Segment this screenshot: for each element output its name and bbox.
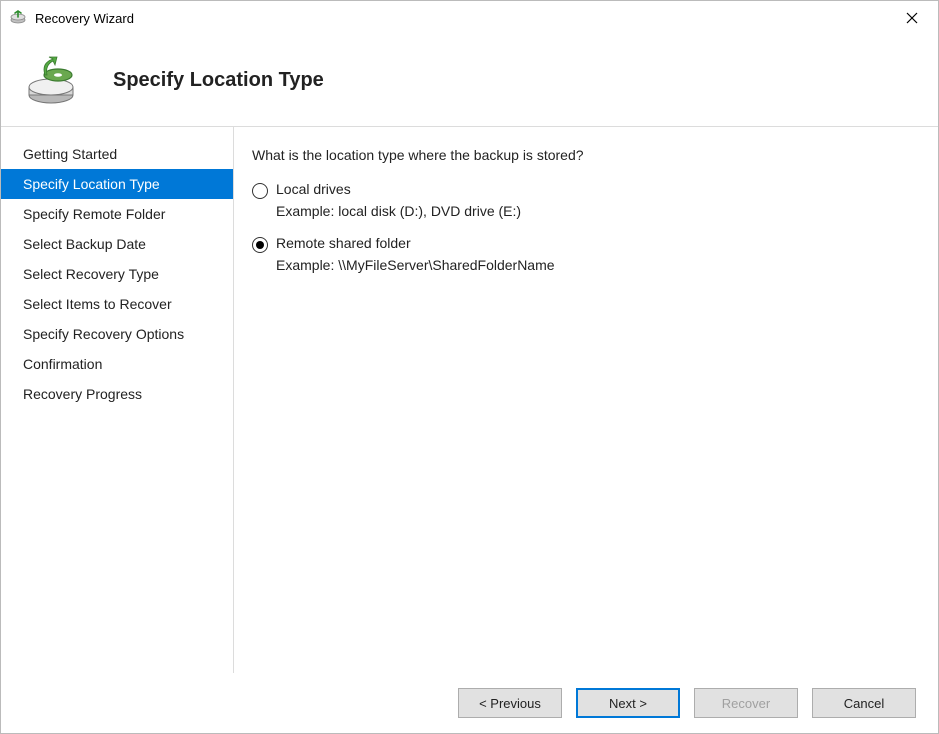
window-title: Recovery Wizard bbox=[35, 11, 892, 26]
radio-remote-shared-folder[interactable] bbox=[252, 237, 268, 253]
app-icon bbox=[9, 9, 27, 27]
sidebar-item-specify-location-type[interactable]: Specify Location Type bbox=[1, 169, 233, 199]
sidebar-item-specify-recovery-options[interactable]: Specify Recovery Options bbox=[1, 319, 233, 349]
close-button[interactable] bbox=[892, 3, 932, 33]
radio-label-remote-shared-folder[interactable]: Remote shared folder bbox=[276, 235, 411, 251]
previous-button[interactable]: < Previous bbox=[458, 688, 562, 718]
wizard-body: Getting Started Specify Location Type Sp… bbox=[1, 127, 938, 673]
wizard-content: What is the location type where the back… bbox=[234, 127, 938, 673]
recover-button: Recover bbox=[694, 688, 798, 718]
sidebar-item-getting-started[interactable]: Getting Started bbox=[1, 139, 233, 169]
sidebar-item-confirmation[interactable]: Confirmation bbox=[1, 349, 233, 379]
wizard-footer: < Previous Next > Recover Cancel bbox=[1, 673, 938, 733]
close-icon bbox=[906, 12, 918, 24]
wizard-header: Specify Location Type bbox=[1, 35, 938, 127]
next-button[interactable]: Next > bbox=[576, 688, 680, 718]
radio-option-remote-shared-folder: Remote shared folder Example: \\MyFileSe… bbox=[252, 235, 920, 273]
recovery-icon bbox=[23, 53, 79, 109]
wizard-steps-sidebar: Getting Started Specify Location Type Sp… bbox=[1, 127, 234, 673]
radio-option-local-drives: Local drives Example: local disk (D:), D… bbox=[252, 181, 920, 219]
sidebar-item-recovery-progress[interactable]: Recovery Progress bbox=[1, 379, 233, 409]
location-type-radio-group: Local drives Example: local disk (D:), D… bbox=[252, 181, 920, 273]
sidebar-item-select-backup-date[interactable]: Select Backup Date bbox=[1, 229, 233, 259]
sidebar-item-select-recovery-type[interactable]: Select Recovery Type bbox=[1, 259, 233, 289]
sidebar-item-specify-remote-folder[interactable]: Specify Remote Folder bbox=[1, 199, 233, 229]
cancel-button[interactable]: Cancel bbox=[812, 688, 916, 718]
example-local-drives: Example: local disk (D:), DVD drive (E:) bbox=[276, 203, 920, 219]
page-title: Specify Location Type bbox=[113, 69, 324, 92]
radio-local-drives[interactable] bbox=[252, 183, 268, 199]
sidebar-item-select-items-to-recover[interactable]: Select Items to Recover bbox=[1, 289, 233, 319]
radio-label-local-drives[interactable]: Local drives bbox=[276, 181, 351, 197]
titlebar: Recovery Wizard bbox=[1, 1, 938, 35]
example-remote-shared-folder: Example: \\MyFileServer\SharedFolderName bbox=[276, 257, 920, 273]
content-prompt: What is the location type where the back… bbox=[252, 147, 920, 163]
